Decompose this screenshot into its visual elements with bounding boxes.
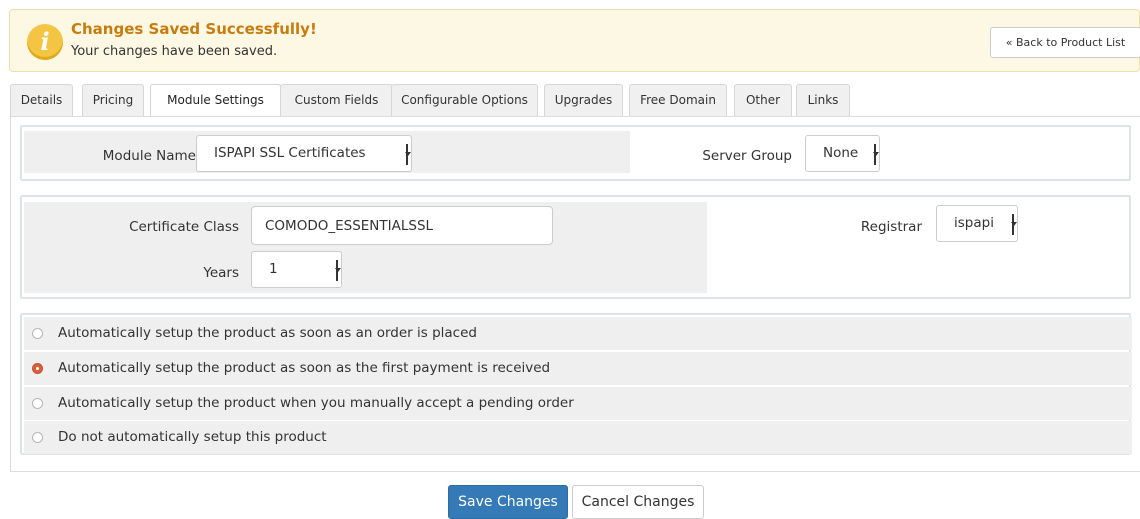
server-group-value: None xyxy=(823,145,859,161)
tab-configurable-options[interactable]: Configurable Options xyxy=(391,84,538,116)
save-changes-button[interactable]: Save Changes xyxy=(448,485,568,519)
setup-option-label: Automatically setup the product as soon … xyxy=(58,360,551,376)
setup-option-radio[interactable] xyxy=(32,363,43,374)
years-value: 1 xyxy=(269,261,278,277)
cancel-changes-button[interactable]: Cancel Changes xyxy=(572,485,704,519)
server-group-select[interactable]: None xyxy=(805,135,880,172)
registrar-value: ispapi xyxy=(954,215,994,231)
back-to-product-list-button[interactable]: « Back to Product List xyxy=(990,27,1140,58)
module-name-value: ISPAPI SSL Certificates xyxy=(214,145,366,161)
server-group-label: Server Group xyxy=(702,148,792,164)
tab-other[interactable]: Other xyxy=(734,84,792,116)
chevron-down-icon xyxy=(405,144,411,165)
registrar-select[interactable]: ispapi xyxy=(936,205,1018,242)
tab-upgrades[interactable]: Upgrades xyxy=(544,84,623,116)
chevron-down-icon xyxy=(873,144,879,165)
config-box: Certificate Class Years 1 Registrar ispa… xyxy=(20,195,1131,299)
setup-option-label: Do not automatically setup this product xyxy=(58,429,327,445)
years-select[interactable]: 1 xyxy=(251,251,342,288)
setup-options-box: Automatically setup the product as soon … xyxy=(20,313,1132,455)
setup-option-radio[interactable] xyxy=(32,432,43,443)
years-label: Years xyxy=(203,265,239,281)
tab-free-domain[interactable]: Free Domain xyxy=(629,84,727,116)
info-icon: i xyxy=(27,24,63,60)
certificate-class-input[interactable] xyxy=(251,206,553,245)
alert-message: Your changes have been saved. xyxy=(71,44,278,59)
module-name-select[interactable]: ISPAPI SSL Certificates xyxy=(196,135,412,172)
setup-option-label: Automatically setup the product as soon … xyxy=(58,325,477,341)
module-box: Module Name ISPAPI SSL Certificates Serv… xyxy=(20,125,1131,181)
setup-option-radio[interactable] xyxy=(32,398,43,409)
setup-option-row[interactable]: Do not automatically setup this product xyxy=(24,421,1132,454)
tab-links[interactable]: Links xyxy=(796,84,850,116)
tab-module-settings[interactable]: Module Settings xyxy=(150,84,281,117)
certificate-class-label: Certificate Class xyxy=(129,219,239,235)
tab-pricing[interactable]: Pricing xyxy=(82,84,144,116)
tab-details[interactable]: Details xyxy=(10,84,73,116)
chevron-down-icon xyxy=(335,260,341,281)
module-name-label: Module Name xyxy=(102,148,196,164)
module-settings-panel: Module Name ISPAPI SSL Certificates Serv… xyxy=(10,116,1140,472)
setup-option-row[interactable]: Automatically setup the product as soon … xyxy=(24,352,1132,385)
chevron-down-icon xyxy=(1011,214,1017,235)
success-alert: i Changes Saved Successfully! Your chang… xyxy=(9,9,1140,72)
setup-option-radio[interactable] xyxy=(32,328,43,339)
tab-custom-fields[interactable]: Custom Fields xyxy=(280,84,393,116)
alert-title: Changes Saved Successfully! xyxy=(71,20,317,38)
registrar-label: Registrar xyxy=(860,219,922,235)
setup-option-row[interactable]: Automatically setup the product as soon … xyxy=(24,317,1132,350)
setup-option-label: Automatically setup the product when you… xyxy=(58,395,574,411)
setup-option-row[interactable]: Automatically setup the product when you… xyxy=(24,387,1132,420)
